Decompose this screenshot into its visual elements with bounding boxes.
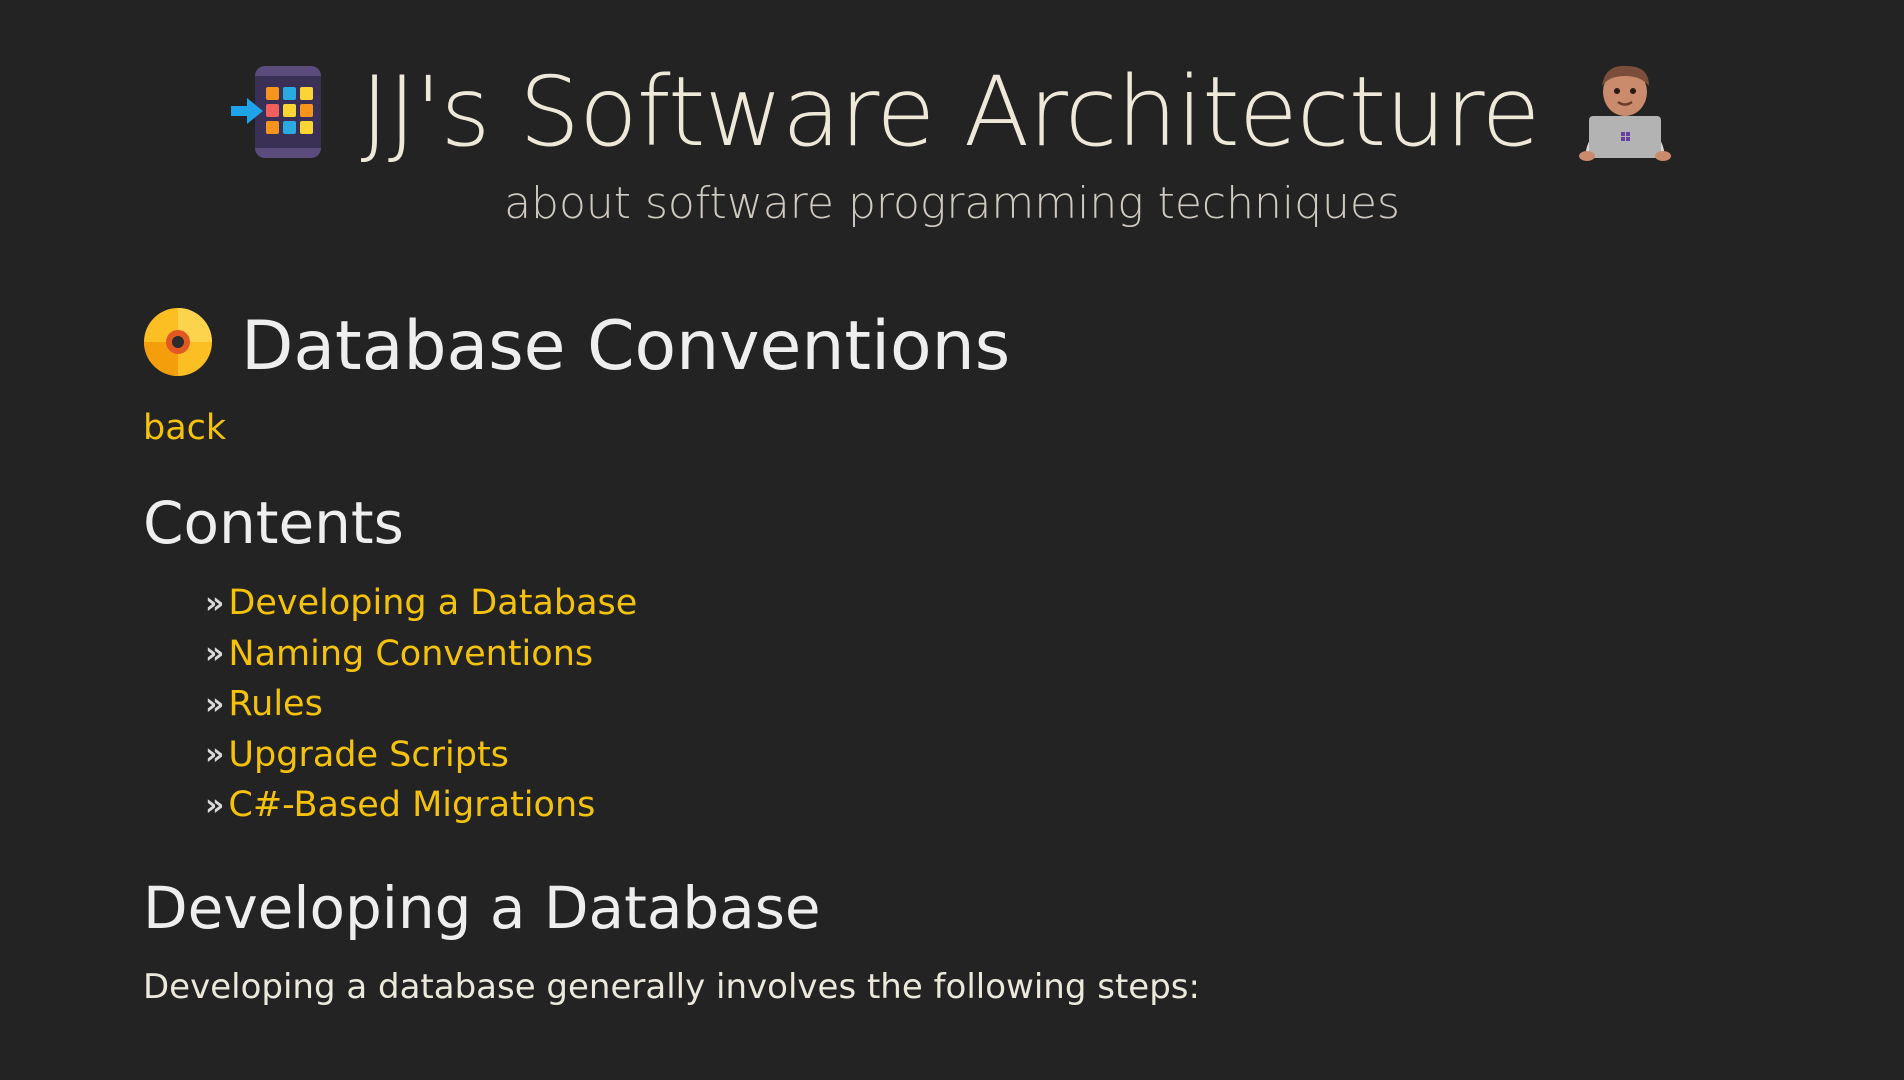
toc-item: » Rules	[205, 679, 1743, 730]
section-heading-developing-a-database: Developing a Database	[143, 873, 821, 942]
toc-link-csharp-based-migrations[interactable]: C#-Based Migrations	[228, 785, 595, 825]
technologist-laptop-icon	[1575, 62, 1675, 162]
toc-item: » Upgrade Scripts	[205, 730, 1743, 781]
optical-disc-icon	[143, 307, 213, 385]
toc-item: » C#-Based Migrations	[205, 780, 1743, 831]
page-heading: Database Conventions	[143, 306, 1743, 386]
section-intro-text: Developing a database generally involves…	[143, 966, 1200, 1007]
toc-item: » Developing a Database	[205, 578, 1743, 629]
toc-link-developing-a-database[interactable]: Developing a Database	[228, 583, 637, 623]
double-chevron-right-icon: »	[205, 686, 224, 722]
app-grid-enter-icon	[229, 62, 325, 162]
site-subtitle: about software programming techniques	[504, 178, 1400, 229]
double-chevron-right-icon: »	[205, 585, 224, 621]
toc-link-rules[interactable]: Rules	[228, 684, 322, 724]
double-chevron-right-icon: »	[205, 787, 224, 823]
toc-link-upgrade-scripts[interactable]: Upgrade Scripts	[228, 735, 509, 775]
double-chevron-right-icon: »	[205, 636, 224, 672]
toc-item: » Naming Conventions	[205, 629, 1743, 680]
title-row: JJ's Software Architecture	[0, 52, 1904, 172]
main-content: Database Conventions back Contents » Dev…	[143, 306, 1743, 1007]
site-title: JJ's Software Architecture	[360, 56, 1541, 168]
site-header: JJ's Software Architecture about softwar…	[0, 52, 1904, 226]
double-chevron-right-icon: »	[205, 737, 224, 773]
page-title: Database Conventions	[241, 306, 1011, 386]
contents-list: » Developing a Database » Naming Convent…	[143, 578, 1743, 831]
contents-heading: Contents	[143, 489, 404, 557]
back-link[interactable]: back	[143, 408, 226, 448]
toc-link-naming-conventions[interactable]: Naming Conventions	[228, 634, 593, 674]
